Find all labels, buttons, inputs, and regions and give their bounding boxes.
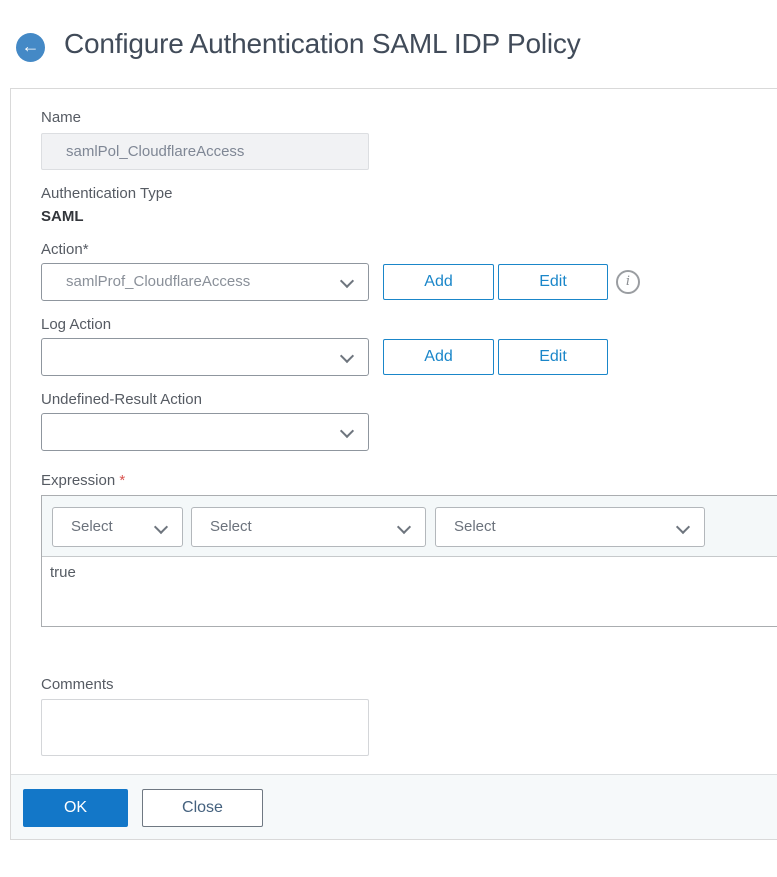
expression-text-area-wrap: true xyxy=(42,558,777,627)
action-add-button[interactable]: Add xyxy=(383,264,494,300)
action-label: Action* xyxy=(41,241,89,258)
name-input[interactable] xyxy=(41,133,369,170)
expression-label: Expression * xyxy=(41,472,125,489)
info-icon[interactable]: i xyxy=(616,270,640,294)
action-select-value: samlProf_CloudflareAccess xyxy=(66,273,251,290)
auth-type-value: SAML xyxy=(41,208,84,225)
undefined-result-action-label: Undefined-Result Action xyxy=(41,391,202,408)
chevron-down-icon xyxy=(339,423,355,439)
form-footer: OK Close xyxy=(11,774,777,839)
log-action-add-button[interactable]: Add xyxy=(383,339,494,375)
expression-select-2-placeholder: Select xyxy=(210,518,252,535)
chevron-down-icon xyxy=(339,348,355,364)
form-panel: Name Authentication Type SAML Action* sa… xyxy=(10,88,777,840)
close-button[interactable]: Close xyxy=(142,789,263,827)
page-title: Configure Authentication SAML IDP Policy xyxy=(64,28,581,59)
expression-editor: Select Select Select true xyxy=(41,495,777,627)
expression-select-3-placeholder: Select xyxy=(454,518,496,535)
log-action-edit-button[interactable]: Edit xyxy=(498,339,608,375)
chevron-down-icon xyxy=(675,519,691,535)
configure-saml-idp-policy-page: ← Configure Authentication SAML IDP Poli… xyxy=(0,0,777,877)
back-arrow-icon: ← xyxy=(21,36,40,56)
back-button[interactable]: ← xyxy=(16,33,45,62)
expression-select-3[interactable]: Select xyxy=(435,507,705,547)
expression-label-text: Expression xyxy=(41,472,116,489)
chevron-down-icon xyxy=(396,519,412,535)
auth-type-label: Authentication Type xyxy=(41,185,173,202)
log-action-select[interactable] xyxy=(41,338,369,376)
undefined-result-action-select[interactable] xyxy=(41,413,369,451)
expression-toolbar: Select Select Select xyxy=(42,496,777,557)
action-select[interactable]: samlProf_CloudflareAccess xyxy=(41,263,369,301)
expression-select-2[interactable]: Select xyxy=(191,507,426,547)
required-asterisk: * xyxy=(119,472,126,489)
chevron-down-icon xyxy=(153,519,169,535)
expression-input[interactable]: true xyxy=(42,558,777,627)
ok-button[interactable]: OK xyxy=(23,789,128,827)
expression-select-1[interactable]: Select xyxy=(52,507,183,547)
page-header: ← Configure Authentication SAML IDP Poli… xyxy=(0,0,777,88)
name-label: Name xyxy=(41,109,82,126)
comments-input[interactable] xyxy=(41,699,369,756)
chevron-down-icon xyxy=(339,273,355,289)
expression-select-1-placeholder: Select xyxy=(71,518,113,535)
action-edit-button[interactable]: Edit xyxy=(498,264,608,300)
log-action-label: Log Action xyxy=(41,316,112,333)
comments-label: Comments xyxy=(41,676,114,693)
